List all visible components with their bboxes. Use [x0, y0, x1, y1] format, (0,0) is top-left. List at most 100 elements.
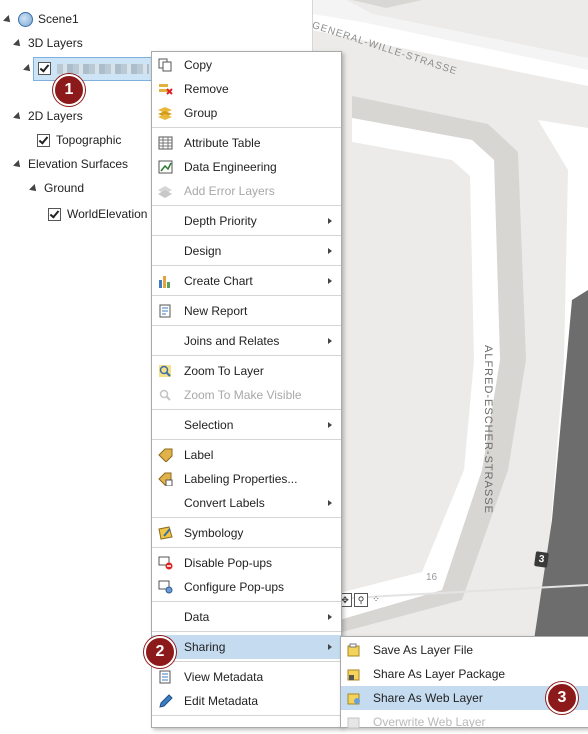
error-layers-icon	[158, 186, 172, 198]
layer-file-icon	[347, 643, 360, 657]
menu-separator	[152, 661, 341, 662]
collapse-arrow-icon[interactable]	[13, 111, 23, 122]
sharing-submenu: Save As Layer File Share As Layer Packag…	[340, 636, 588, 729]
submenu-item-save-as-layer-file[interactable]: Save As Layer File	[341, 638, 588, 662]
copy-icon	[158, 58, 172, 72]
menu-separator	[152, 517, 341, 518]
globe-icon	[18, 12, 33, 28]
menu-item-configure-popups[interactable]: Configure Pop-ups	[152, 575, 341, 599]
menu-separator	[152, 205, 341, 206]
configure-popups-icon	[158, 580, 173, 594]
menu-item-label[interactable]: Label	[152, 443, 341, 467]
menu-separator	[152, 715, 341, 716]
tree-item-elevation-surfaces[interactable]: Elevation Surfaces	[13, 153, 129, 175]
menu-item-group[interactable]: Group	[152, 101, 341, 125]
walk-icon[interactable]: ⚲	[354, 593, 368, 607]
menu-item-zoom-to-layer[interactable]: Zoom To Layer	[152, 359, 341, 383]
tree-item-world-elevation[interactable]: WorldElevation	[48, 203, 147, 225]
tree-item-ground[interactable]: Ground	[29, 177, 85, 199]
collapse-arrow-icon[interactable]	[3, 14, 13, 25]
menu-item-edit-metadata[interactable]: Edit Metadata	[152, 689, 341, 713]
layer-package-icon	[347, 669, 360, 681]
menu-item-depth-priority[interactable]: Depth Priority	[152, 209, 341, 233]
menu-separator	[152, 547, 341, 548]
scene-label: Scene1	[38, 12, 79, 26]
map-view[interactable]: GENERAL-WILLE-STRASSE ALFRED-ESCHER-STRA…	[312, 0, 588, 721]
overwrite-web-layer-icon	[347, 717, 360, 729]
menu-item-zoom-to-make-visible[interactable]: Zoom To Make Visible	[152, 383, 341, 407]
submenu-arrow-icon	[328, 500, 332, 506]
menu-item-joins-and-relates[interactable]: Joins and Relates	[152, 329, 341, 353]
zoom-visible-icon	[159, 389, 171, 401]
menu-item-copy[interactable]: Copy	[152, 53, 341, 77]
menu-item-create-chart[interactable]: Create Chart	[152, 269, 341, 293]
menu-separator	[152, 409, 341, 410]
web-layer-icon	[347, 693, 360, 705]
menu-item-convert-labels[interactable]: Convert Labels	[152, 491, 341, 515]
world-elevation-label: WorldElevation	[67, 207, 148, 221]
map-roads	[312, 0, 588, 721]
submenu-arrow-icon	[328, 278, 332, 284]
menu-separator	[152, 265, 341, 266]
group-icon	[158, 107, 172, 120]
submenu-item-share-as-layer-package[interactable]: Share As Layer Package	[341, 662, 588, 686]
menu-item-view-metadata[interactable]: View Metadata	[152, 665, 341, 689]
menu-item-data[interactable]: Data	[152, 605, 341, 629]
submenu-arrow-icon	[328, 338, 332, 344]
remove-icon	[159, 84, 173, 95]
group-label-elevation: Elevation Surfaces	[28, 157, 129, 171]
collapse-arrow-icon[interactable]	[13, 38, 23, 49]
menu-separator	[152, 355, 341, 356]
navigation-widgets: ✥ ⚲ ⁘	[338, 593, 382, 607]
chart-icon	[159, 276, 170, 288]
tree-item-topographic[interactable]: Topographic	[37, 129, 121, 151]
layer-context-menu: Copy Remove Group Attribute Table Data E…	[151, 51, 342, 728]
topographic-label: Topographic	[56, 133, 122, 147]
menu-item-new-report[interactable]: New Report	[152, 299, 341, 323]
disable-popups-icon	[158, 556, 173, 570]
collapse-arrow-icon[interactable]	[23, 63, 33, 74]
menu-separator	[152, 235, 341, 236]
menu-item-sharing[interactable]: Sharing	[152, 635, 341, 659]
tree-item-selected-layer[interactable]	[23, 57, 149, 79]
label-icon	[158, 448, 173, 462]
report-icon	[159, 304, 171, 318]
menu-separator	[152, 127, 341, 128]
labeling-properties-icon	[158, 472, 173, 486]
menu-item-data-engineering[interactable]: Data Engineering	[152, 155, 341, 179]
submenu-arrow-icon	[328, 644, 332, 650]
ground-label: Ground	[44, 181, 85, 195]
collapse-arrow-icon[interactable]	[13, 159, 23, 170]
data-engineering-icon	[158, 160, 173, 174]
menu-item-selection[interactable]: Selection	[152, 413, 341, 437]
layer-visibility-checkbox[interactable]	[38, 62, 51, 76]
menu-item-symbology[interactable]: Symbology	[152, 521, 341, 545]
expand-icon[interactable]: ⁘	[370, 593, 382, 605]
menu-item-design[interactable]: Design	[152, 239, 341, 263]
step-badge-2: 2	[144, 636, 176, 668]
collapse-arrow-icon[interactable]	[29, 183, 39, 194]
street-label-alfred-escher: ALFRED-ESCHER-STRASSE	[482, 345, 494, 514]
menu-separator	[152, 439, 341, 440]
menu-item-add-error-layers[interactable]: Add Error Layers	[152, 179, 341, 203]
menu-item-attribute-table[interactable]: Attribute Table	[152, 131, 341, 155]
tree-item-2d-layers[interactable]: 2D Layers	[13, 105, 83, 127]
menu-item-disable-popups[interactable]: Disable Pop-ups	[152, 551, 341, 575]
tree-item-scene[interactable]: Scene1	[3, 8, 79, 30]
house-number: 16	[426, 572, 438, 583]
topographic-checkbox[interactable]	[37, 134, 50, 148]
world-elevation-checkbox[interactable]	[48, 208, 61, 222]
menu-item-labeling-properties[interactable]: Labeling Properties...	[152, 467, 341, 491]
menu-separator	[152, 631, 341, 632]
submenu-arrow-icon	[328, 218, 332, 224]
view-metadata-icon	[159, 670, 171, 684]
menu-item-remove[interactable]: Remove	[152, 77, 341, 101]
blurred-layer-name	[57, 63, 149, 74]
menu-separator	[152, 601, 341, 602]
group-label-2d: 2D Layers	[28, 109, 83, 123]
tree-item-3d-layers[interactable]: 3D Layers	[13, 32, 83, 54]
edit-metadata-icon	[159, 694, 173, 708]
submenu-arrow-icon	[328, 248, 332, 254]
submenu-item-overwrite-web-layer[interactable]: Overwrite Web Layer	[341, 710, 588, 734]
menu-separator	[152, 295, 341, 296]
